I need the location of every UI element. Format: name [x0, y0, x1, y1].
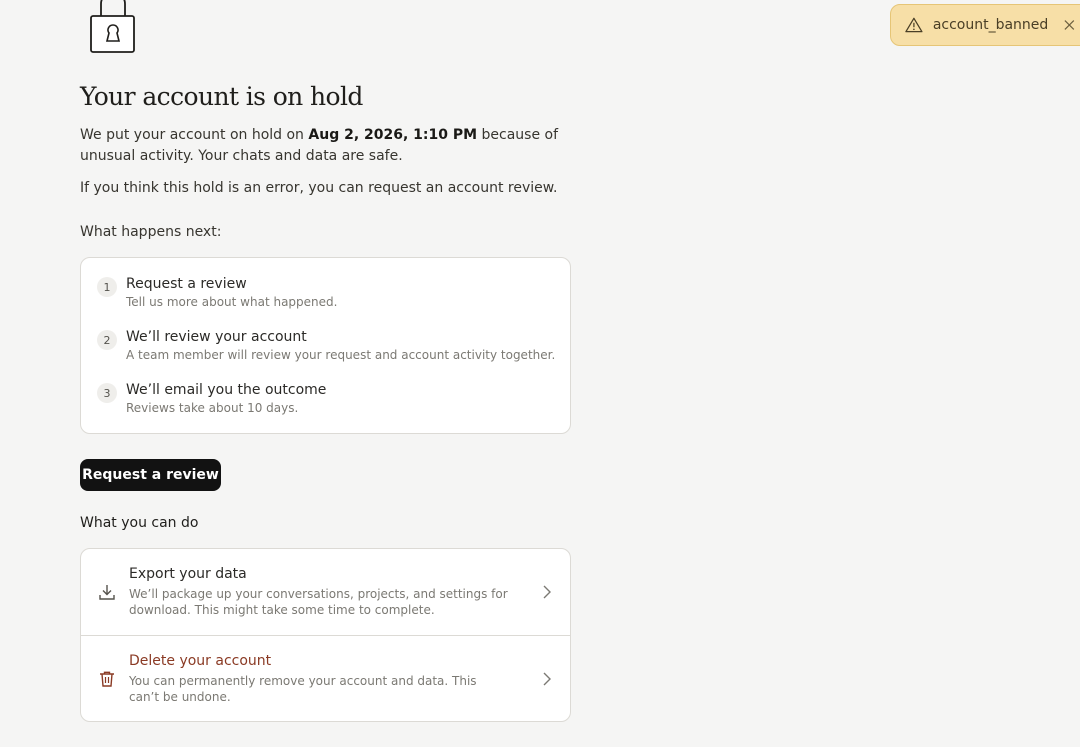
delete-account-title: Delete your account	[129, 653, 272, 669]
step-item: 3 We’ll email you the outcome Reviews ta…	[97, 374, 326, 416]
hold-explanation: We put your account on hold on Aug 2, 20…	[80, 127, 559, 164]
steps-card: 1 Request a review Tell us more about wh…	[80, 257, 571, 434]
chevron-right-icon	[543, 585, 551, 599]
step-title: Request a review	[126, 276, 247, 292]
step-description: A team member will review your request a…	[126, 348, 556, 362]
export-data-title: Export your data	[129, 566, 247, 582]
delete-account-row[interactable]: Delete your account You can permanently …	[81, 636, 570, 721]
padlock-icon	[90, 0, 135, 53]
step-item: 1 Request a review Tell us more about wh…	[97, 268, 337, 310]
download-icon	[99, 585, 115, 600]
what-you-can-do-label: What you can do	[80, 515, 199, 531]
review-hint: If you think this hold is an error, you …	[80, 180, 558, 196]
account-banned-toast: account_banned	[890, 4, 1080, 46]
page-title: Your account is on hold	[80, 82, 363, 111]
what-happens-next-label: What happens next:	[80, 224, 222, 240]
chevron-right-icon	[543, 672, 551, 686]
export-data-row[interactable]: Export your data We’ll package up your c…	[81, 549, 570, 635]
warning-icon	[905, 17, 923, 33]
toast-message: account_banned	[932, 17, 1049, 33]
actions-card: Export your data We’ll package up your c…	[80, 548, 571, 722]
hold-date: Aug 2, 2026, 1:10 PM	[308, 127, 478, 143]
step-title: We’ll email you the outcome	[126, 382, 327, 398]
request-review-button[interactable]: Request a review	[80, 459, 221, 491]
export-data-description: We’ll package up your conversations, pro…	[129, 587, 508, 617]
step-item: 2 We’ll review your account A team membe…	[97, 321, 555, 363]
step-description: Reviews take about 10 days.	[126, 401, 299, 415]
step-description: Tell us more about what happened.	[126, 295, 338, 309]
trash-icon	[100, 671, 114, 687]
delete-account-description: You can permanently remove your account …	[129, 674, 477, 704]
step-title: We’ll review your account	[126, 329, 307, 345]
step-number: 3	[97, 383, 117, 403]
close-icon[interactable]	[1064, 19, 1075, 31]
step-number: 2	[97, 330, 117, 350]
step-number: 1	[97, 277, 117, 297]
